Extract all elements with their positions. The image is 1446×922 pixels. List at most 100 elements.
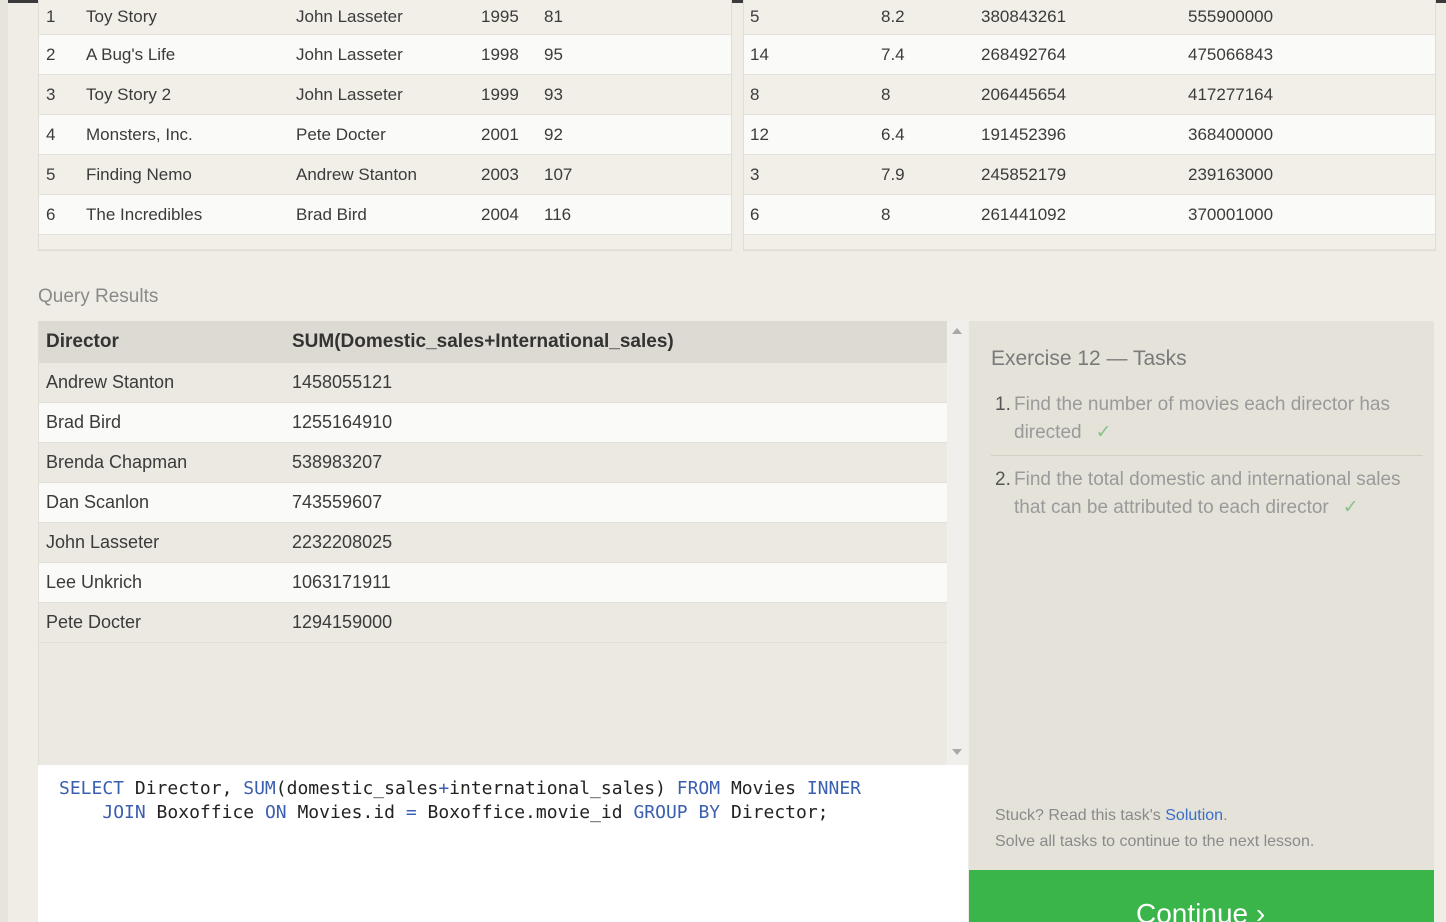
table-row[interactable]: 3 7.9 245852179 239163000 — [744, 154, 1435, 195]
movie-id-cell: 2 — [39, 34, 86, 75]
results-header-director: Director — [39, 321, 292, 363]
boxoffice-domestic-cell: 380843261 — [981, 0, 1188, 35]
query-results-table[interactable]: Director SUM(Domestic_sales+Internationa… — [38, 321, 948, 765]
boxoffice-table[interactable]: 5 8.2 380843261 555900000 14 7.4 268492764 4750… — [743, 0, 1436, 251]
movies-table[interactable]: 1 Toy Story John Lasseter 1995 81 2 A Bug's Li… — [38, 0, 732, 251]
boxoffice-domestic-cell: 191452396 — [981, 114, 1188, 155]
table-row[interactable]: 5 Finding Nemo Andrew Stanton 2003 107 — [39, 154, 731, 195]
results-header-row: Director SUM(Domestic_sales+Internationa… — [39, 321, 948, 363]
stuck-prefix: Stuck? Read this task's — [995, 807, 1166, 824]
movie-id-cell: 4 — [39, 114, 86, 155]
results-scrollbar[interactable] — [947, 321, 968, 765]
movie-id-cell: 5 — [39, 154, 86, 195]
movie-length-cell: 92 — [544, 114, 731, 155]
movie-title-cell: Toy Story 2 — [86, 74, 296, 115]
boxoffice-rating-cell: 6.4 — [881, 114, 981, 155]
code-text: Director; — [720, 802, 829, 823]
solution-link[interactable]: Solution — [1165, 807, 1223, 824]
task-number: 1. — [995, 394, 1011, 415]
scroll-up-arrow-icon[interactable] — [952, 328, 962, 334]
code-text: Movies.id — [286, 802, 406, 823]
movie-year-cell: 1998 — [481, 34, 544, 75]
boxoffice-movie-id-cell: 6 — [744, 194, 881, 235]
kw-group-by: GROUP BY — [633, 802, 721, 823]
movie-year-cell: 2003 — [481, 154, 544, 195]
table-row[interactable]: 14 7.4 268492764 475066843 — [744, 34, 1435, 75]
movie-director-cell: John Lasseter — [296, 74, 481, 115]
table-row[interactable]: Pete Docter 1294159000 — [39, 602, 948, 643]
task-text: Find the number of movies each director … — [1014, 394, 1390, 443]
kw-on: ON — [264, 802, 287, 823]
table-row[interactable]: 3 Toy Story 2 John Lasseter 1999 93 — [39, 74, 731, 115]
movie-length-cell: 81 — [544, 0, 731, 35]
movie-length-cell: 116 — [544, 194, 731, 235]
table-row[interactable]: 2A Bug's Life John Lasseter 1998 95 — [39, 34, 731, 75]
boxoffice-domestic-cell: 268492764 — [981, 34, 1188, 75]
table-row[interactable]: John Lasseter 2232208025 — [39, 522, 948, 563]
result-sum-cell: 1063171911 — [292, 562, 948, 603]
kw-from: FROM — [676, 778, 721, 799]
result-director-cell: Andrew Stanton — [39, 363, 292, 403]
result-sum-cell: 1255164910 — [292, 402, 948, 443]
table-row[interactable]: 8 8 206445654 417277164 — [744, 74, 1435, 115]
task-number: 2. — [995, 469, 1011, 490]
movie-title-cell: The Incredibles — [86, 194, 296, 235]
table-row[interactable]: 12 6.4 191452396 368400000 — [744, 114, 1435, 155]
movie-id-cell: 3 — [39, 74, 86, 115]
boxoffice-international-cell: 475066843 — [1188, 34, 1435, 75]
table-row[interactable]: Brad Bird 1255164910 — [39, 402, 948, 443]
table-row[interactable]: 6 8 261441092 370001000 — [744, 194, 1435, 235]
left-edge-strip — [0, 0, 8, 922]
task-item: 2. Find the total domestic and internati… — [991, 466, 1423, 530]
movie-id-cell: 1 — [39, 0, 86, 35]
table-row[interactable]: 4 Monsters, Inc. Pete Docter 2001 92 — [39, 114, 731, 155]
table-row[interactable]: 1 Toy Story John Lasseter 1995 81 — [39, 0, 731, 35]
movie-year-cell: 2004 — [481, 194, 544, 235]
code-text: Boxoffice.movie_id — [416, 802, 634, 823]
boxoffice-international-cell: 368400000 — [1188, 114, 1435, 155]
table-row[interactable]: 6 The Incredibles Brad Bird 2004 116 — [39, 194, 731, 235]
op-equals: = — [405, 802, 417, 823]
scroll-down-arrow-icon[interactable] — [952, 749, 962, 755]
table-row-partial — [744, 234, 1435, 250]
tasks-title: Exercise 12 — Tasks — [991, 347, 1187, 370]
table-row[interactable]: Dan Scanlon 743559607 — [39, 482, 948, 523]
table-row[interactable]: Andrew Stanton 1458055121 — [39, 363, 948, 403]
result-sum-cell: 538983207 — [292, 442, 948, 483]
result-sum-cell: 743559607 — [292, 482, 948, 523]
boxoffice-movie-id-cell: 14 — [744, 34, 881, 75]
code-text: Movies — [720, 778, 807, 799]
checkmark-icon: ✓ — [1095, 422, 1112, 443]
result-sum-cell: 2232208025 — [292, 522, 948, 563]
code-text: Boxoffice — [145, 802, 265, 823]
continue-label: Continue › — [1136, 898, 1266, 922]
table-row[interactable]: Lee Unkrich 1063171911 — [39, 562, 948, 603]
task-item: 1. Find the number of movies each direct… — [991, 391, 1423, 456]
boxoffice-rating-cell: 8 — [881, 194, 981, 235]
boxoffice-movie-id-cell: 12 — [744, 114, 881, 155]
movie-director-cell: Andrew Stanton — [296, 154, 481, 195]
boxoffice-international-cell: 370001000 — [1188, 194, 1435, 235]
sql-editor[interactable]: SELECT Director, SUM(domestic_sales+inte… — [38, 765, 968, 922]
table-row[interactable]: 5 8.2 380843261 555900000 — [744, 0, 1435, 35]
result-director-cell: Brad Bird — [39, 402, 292, 443]
result-director-cell: Brenda Chapman — [39, 442, 292, 483]
boxoffice-rating-cell: 8 — [881, 74, 981, 115]
code-text: international_sales) — [449, 778, 677, 799]
task-list: 1. Find the number of movies each direct… — [991, 391, 1423, 540]
kw-join: JOIN — [102, 802, 146, 823]
movie-year-cell: 1999 — [481, 74, 544, 115]
table-row[interactable]: Brenda Chapman 538983207 — [39, 442, 948, 483]
boxoffice-movie-id-cell: 8 — [744, 74, 881, 115]
result-sum-cell: 1458055121 — [292, 363, 948, 403]
boxoffice-domestic-cell: 206445654 — [981, 74, 1188, 115]
checkmark-icon: ✓ — [1342, 497, 1359, 518]
sql-code[interactable]: SELECT Director, SUM(domestic_sales+inte… — [59, 777, 861, 825]
result-director-cell: Lee Unkrich — [39, 562, 292, 603]
result-director-cell: John Lasseter — [39, 522, 292, 563]
kw-inner: INNER — [806, 778, 861, 799]
boxoffice-rating-cell: 8.2 — [881, 0, 981, 35]
continue-button[interactable]: Continue › — [969, 870, 1434, 922]
result-director-cell: Dan Scanlon — [39, 482, 292, 523]
